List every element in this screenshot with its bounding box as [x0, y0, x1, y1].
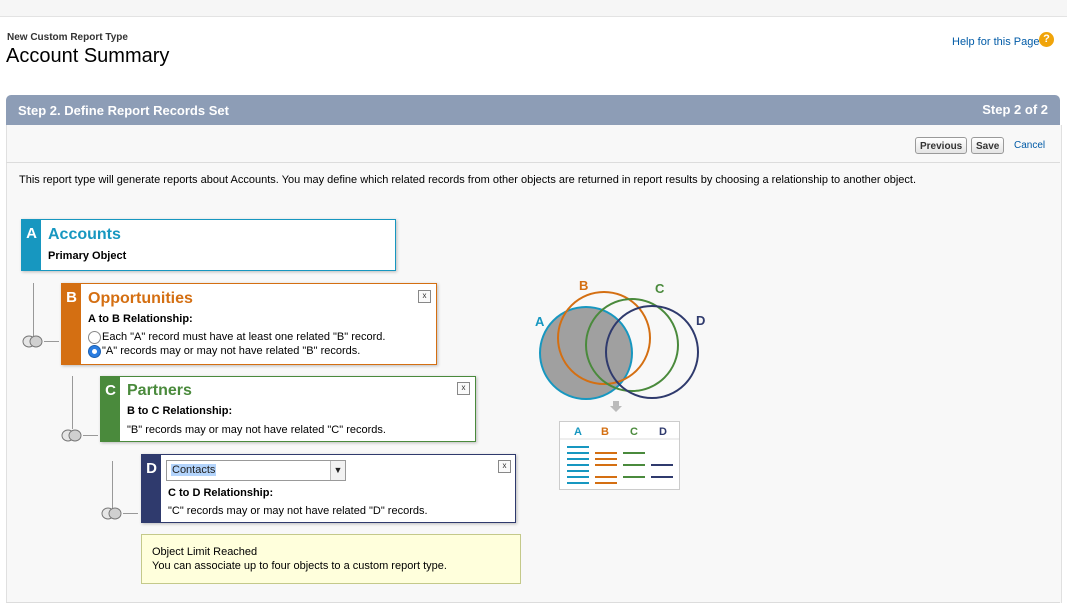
object-a-box: A Accounts Primary Object: [21, 219, 396, 271]
previous-button[interactable]: Previous: [915, 137, 968, 154]
connector-a-b: [33, 283, 34, 336]
object-c-letter: C: [101, 377, 120, 441]
table-header-d: D: [659, 426, 667, 438]
table-header-b: B: [601, 426, 609, 438]
remove-object-d-button[interactable]: x: [498, 460, 511, 473]
connector-c-d-branch: [123, 513, 138, 514]
toolbar-divider: [6, 162, 1060, 163]
chevron-down-icon[interactable]: ▼: [330, 461, 345, 480]
remove-object-b-button[interactable]: x: [418, 290, 431, 303]
object-d-select-value: Contacts: [171, 464, 217, 476]
object-limit-title: Object Limit Reached: [152, 546, 258, 558]
table-header-c: C: [630, 426, 638, 438]
join-icon[interactable]: [61, 429, 83, 442]
step-count: Step 2 of 2: [982, 102, 1048, 117]
radio-may-have-b[interactable]: [88, 345, 101, 358]
object-c-relationship-label: B to C Relationship:: [127, 405, 233, 417]
cancel-link[interactable]: Cancel: [1014, 140, 1045, 151]
save-button[interactable]: Save: [971, 137, 1005, 154]
intro-text: This report type will generate reports a…: [19, 174, 916, 186]
object-b-relationship-label: A to B Relationship:: [88, 313, 193, 325]
remove-object-c-button[interactable]: x: [457, 382, 470, 395]
top-strip: [0, 0, 1067, 17]
object-a-letter: A: [22, 220, 41, 270]
connector-b-c: [72, 376, 73, 429]
radio-may-have-b-label: "A" records may or may not have related …: [102, 345, 361, 357]
object-d-letter: D: [142, 455, 161, 522]
venn-label-c: C: [655, 281, 665, 296]
table-header-a: A: [574, 426, 582, 438]
page-subtitle: New Custom Report Type: [7, 32, 128, 43]
object-d-select[interactable]: Contacts ▼: [166, 460, 346, 481]
radio-must-have-b-label: Each "A" record must have at least one r…: [102, 331, 386, 343]
join-icon[interactable]: [101, 507, 123, 520]
bottom-divider: [6, 602, 1060, 603]
object-a-subtitle: Primary Object: [48, 250, 127, 262]
arrow-down-icon: [610, 401, 622, 412]
object-limit-notice: Object Limit Reached You can associate u…: [141, 534, 521, 584]
object-d-relationship-text: "C" records may or may not have related …: [168, 505, 428, 517]
radio-must-have-b[interactable]: [88, 331, 101, 344]
connector-c-d: [112, 461, 113, 509]
venn-label-d: D: [696, 313, 705, 328]
object-d-relationship-label: C to D Relationship:: [168, 487, 274, 499]
object-limit-text: You can associate up to four objects to …: [152, 560, 447, 572]
venn-label-a: A: [535, 314, 545, 329]
report-table-preview: A B C D: [559, 421, 680, 490]
object-b-letter: B: [62, 284, 81, 364]
connector-b-c-branch: [83, 435, 98, 436]
object-c-box: C Partners x B to C Relationship: "B" re…: [100, 376, 476, 442]
object-c-relationship-text: "B" records may or may not have related …: [127, 424, 386, 436]
object-c-name: Partners: [127, 382, 192, 399]
object-a-name: Accounts: [48, 226, 121, 243]
object-b-name: Opportunities: [88, 290, 193, 307]
page-title: Account Summary: [6, 45, 170, 67]
connector-a-b-branch: [44, 341, 59, 342]
join-icon[interactable]: [22, 335, 44, 348]
venn-label-b: B: [579, 278, 588, 293]
object-b-box: B Opportunities x A to B Relationship: E…: [61, 283, 437, 365]
step-title: Step 2. Define Report Records Set: [18, 103, 229, 118]
step-header-bar: Step 2. Define Report Records Set Step 2…: [6, 95, 1060, 125]
venn-diagram: A B C D: [535, 278, 705, 412]
help-link[interactable]: Help for this Page: [952, 36, 1039, 48]
question-icon[interactable]: ?: [1039, 32, 1054, 47]
